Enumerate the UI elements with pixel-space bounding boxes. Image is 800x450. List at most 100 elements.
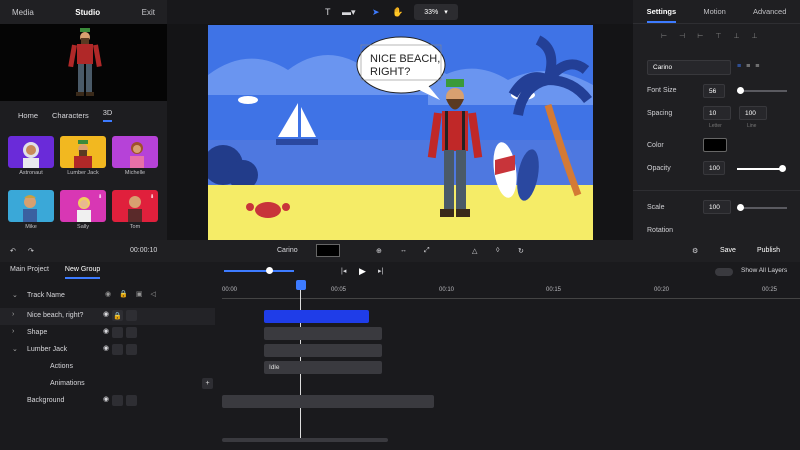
track-row-lumberjack[interactable]: ⌄ Lumber Jack ◉ [0,342,215,359]
undo-icon[interactable]: ↶ [10,247,16,255]
audio-icon[interactable]: ◁ [150,290,155,298]
eye-icon[interactable]: ◉ [103,344,109,355]
lock-icon[interactable]: 🔒 [112,310,124,321]
tab-home[interactable]: Home [18,111,38,120]
color-swatch[interactable] [703,138,727,152]
tab-advanced[interactable]: Advanced [753,7,786,16]
tab-characters[interactable]: Characters [52,111,89,120]
track-row-text[interactable]: › Nice beach, right? ◉ 🔒 [0,308,215,325]
track-row-background[interactable]: Background ◉ [0,393,215,410]
speech-text-line1[interactable]: NICE BEACH, [370,53,440,65]
eye-icon[interactable]: ◉ [105,290,111,298]
zoom-select[interactable]: 33% ▾ [414,4,458,20]
track-row-shape[interactable]: › Shape ◉ [0,325,215,342]
character-card-tom[interactable]: ⬇ Tom [112,190,158,230]
clip-lumberjack[interactable] [264,344,382,357]
align-right-icon[interactable]: ⊢ [697,32,703,40]
playhead-handle[interactable] [296,280,306,290]
scale-input[interactable]: 100 [703,200,731,214]
toggle-icon[interactable] [126,327,138,338]
redo-icon[interactable]: ↷ [28,247,34,255]
eye-icon[interactable]: ◉ [103,310,109,321]
clip-shape[interactable] [264,327,382,340]
select-tool-icon[interactable]: ➤ [372,7,380,18]
slider-knob[interactable] [737,204,744,211]
character-card-lumber-jack[interactable]: Lumber Jack [60,136,106,176]
clip-action-idle[interactable]: Idle [264,361,382,374]
show-layers-toggle[interactable] [715,268,733,276]
text-tool-icon[interactable]: T [325,7,331,17]
character-card-astronaut[interactable]: Astronaut [8,136,54,176]
text-align-center-icon[interactable]: ≡ [746,63,750,70]
tab-new-group[interactable]: New Group [64,266,101,279]
lock-icon[interactable]: 🔒 [119,290,128,298]
tab-motion[interactable]: Motion [703,7,726,16]
next-frame-icon[interactable]: ▸| [378,267,383,275]
shape-tool-icon[interactable]: ▬▾ [342,7,356,18]
align-left-icon[interactable]: ⊢ [661,32,667,40]
scrubber-knob[interactable] [266,267,273,274]
character-card-sally[interactable]: ⬇ Sally [60,190,106,230]
tab-main-project[interactable]: Main Project [10,266,49,279]
slider-knob[interactable] [737,87,744,94]
toggle-icon[interactable] [126,310,138,321]
opacity-input[interactable]: 100 [703,161,725,175]
tab-exit[interactable]: Exit [142,8,155,17]
toggle-icon[interactable] [126,344,138,355]
chevron-down-icon[interactable]: ⌄ [12,291,18,299]
text-align-right-icon[interactable]: ≡ [755,63,759,70]
align-top-icon[interactable]: ⊤ [715,32,721,40]
playback-scrubber[interactable] [224,267,294,274]
crop-icon[interactable]: ◊ [496,247,499,254]
character-card-michelle[interactable]: Michelle [112,136,158,176]
track-row-animations[interactable]: Animations + [0,376,215,393]
opacity-slider[interactable] [737,165,786,172]
group-icon[interactable]: ▣ [136,290,143,298]
publish-button[interactable]: Publish [757,247,780,254]
previous-frame-icon[interactable]: |◂ [341,267,346,275]
chevron-right-icon[interactable]: › [12,311,14,318]
eye-icon[interactable]: ◉ [103,395,109,406]
flip-horizontal-icon[interactable]: ↔ [400,247,407,254]
toggle-icon[interactable] [126,395,138,406]
timeline-scrollbar[interactable] [222,438,388,442]
speech-text-line2[interactable]: RIGHT? [370,66,410,78]
align-bottom-icon[interactable]: ⊥ [752,32,758,40]
lock-toggle[interactable] [112,327,124,338]
align-center-icon[interactable]: ⊣ [679,32,685,40]
slider-knob[interactable] [779,165,786,172]
eye-icon[interactable]: ◉ [103,327,109,338]
hand-tool-icon[interactable]: ✋ [392,7,403,18]
align-middle-icon[interactable]: ⊥ [733,32,739,40]
tab-3d[interactable]: 3D [102,108,113,122]
resize-icon[interactable]: ⤢ [424,247,430,255]
font-size-slider[interactable] [737,87,787,94]
clip-text[interactable] [264,310,369,323]
tab-media[interactable]: Media [12,8,34,17]
gear-icon[interactable]: ⚙ [692,247,698,255]
flip-icon[interactable]: △ [472,247,477,255]
save-button[interactable]: Save [720,247,736,254]
position-icon[interactable]: ⊕ [376,247,382,255]
track-row-actions[interactable]: Actions [0,359,215,376]
color-swatch[interactable] [316,244,340,257]
chevron-right-icon[interactable]: › [12,328,14,335]
scene-canvas[interactable]: NICE BEACH, RIGHT? [208,25,593,240]
line-spacing-input[interactable]: 100 [739,106,767,120]
lock-toggle[interactable] [112,395,124,406]
font-family-select[interactable]: Carino [647,60,731,75]
scale-slider[interactable] [737,204,787,211]
font-size-input[interactable]: 56 [703,84,725,98]
tab-studio[interactable]: Studio [75,8,100,17]
tab-settings[interactable]: Settings [646,7,677,23]
letter-spacing-input[interactable]: 10 [703,106,731,120]
refresh-icon[interactable]: ↻ [518,247,524,255]
clip-background[interactable] [222,395,434,408]
text-align-left-icon[interactable]: ≡ [737,63,741,70]
lock-toggle[interactable] [112,344,124,355]
top-tab-bar: Media Studio Exit [0,0,167,24]
character-card-mike[interactable]: Mike [8,190,54,230]
add-icon[interactable]: + [202,378,213,389]
chevron-down-icon[interactable]: ⌄ [12,345,18,353]
play-icon[interactable]: ▶ [359,266,366,277]
